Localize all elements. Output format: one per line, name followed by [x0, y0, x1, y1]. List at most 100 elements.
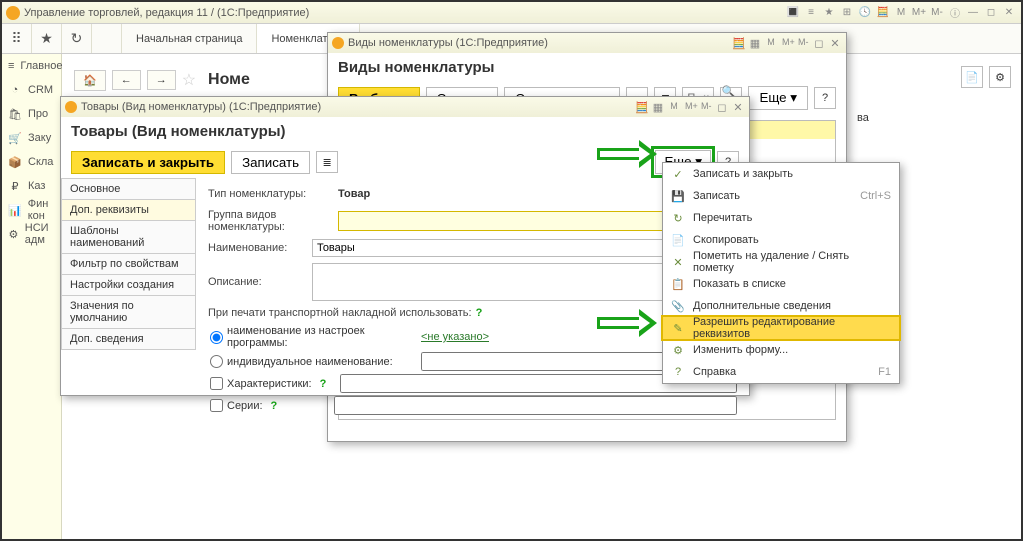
m-minus-button[interactable]: M-	[796, 37, 810, 50]
menu-item-icon: 💾	[671, 190, 685, 203]
arrow-indicator-2	[597, 309, 657, 337]
rs-btn2[interactable]: ⚙	[989, 66, 1011, 88]
apps-icon[interactable]: ⠿	[2, 24, 32, 53]
help-button[interactable]: ?	[814, 87, 836, 109]
help-icon[interactable]: ?	[476, 307, 483, 319]
menu-item-icon: 📎	[671, 300, 685, 313]
sys-icon[interactable]: 🕓	[857, 5, 873, 21]
dlg2-close[interactable]: ✕	[731, 101, 745, 114]
app-icon	[65, 101, 77, 113]
home-button[interactable]: 🏠	[74, 70, 106, 91]
check1-label: Характеристики:	[227, 378, 312, 390]
group-label: Группа видов номенклатуры:	[208, 209, 338, 233]
sidebar-skl[interactable]: 📦Скла	[2, 150, 61, 174]
dropdown-item[interactable]: ?СправкаF1	[663, 361, 899, 383]
menu-item-shortcut: F1	[878, 366, 891, 378]
check-characteristics[interactable]	[210, 377, 223, 390]
back-button[interactable]: ←	[112, 70, 141, 90]
sys-icon[interactable]: 🧮	[875, 5, 891, 21]
radio1-link[interactable]: <не указано>	[421, 331, 489, 343]
menu-templates[interactable]: Шаблоны наименований	[61, 221, 196, 254]
dlg1-sys[interactable]: ▦	[748, 37, 762, 50]
sidebar-kaz[interactable]: ₽Каз	[2, 174, 61, 198]
save-close-button[interactable]: Записать и закрыть	[71, 151, 225, 174]
series-input[interactable]	[334, 396, 737, 415]
sys-icon[interactable]: ⊞	[839, 5, 855, 21]
m-button[interactable]: M	[893, 5, 909, 21]
add-icon[interactable]	[92, 24, 122, 53]
radio1-label: наименование из настроек программы:	[227, 325, 417, 349]
dropdown-item[interactable]: ✓Записать и закрыть	[663, 163, 899, 185]
radio-individual[interactable]	[210, 355, 223, 368]
history-icon[interactable]: ↻	[62, 24, 92, 53]
dropdown-item[interactable]: ✕Пометить на удаление / Снять пометку	[663, 251, 899, 273]
arrow-indicator-1	[597, 140, 657, 168]
help-icon[interactable]: ?	[271, 400, 278, 412]
close-icon[interactable]: ✕	[1001, 5, 1017, 21]
tab-home[interactable]: Начальная страница	[122, 24, 257, 53]
radio-program[interactable]	[210, 331, 223, 344]
dlg2-sys[interactable]: 🧮	[635, 101, 649, 114]
rs-btn1[interactable]: 📄	[961, 66, 983, 88]
sys-icon[interactable]: ≡	[803, 5, 819, 21]
info-icon[interactable]: ⓘ	[947, 5, 963, 21]
m-minus-button[interactable]: M-	[929, 5, 945, 21]
name-label: Наименование:	[208, 242, 312, 254]
dlg2-sys[interactable]: ▦	[651, 101, 665, 114]
star-outline-icon[interactable]: ☆	[182, 70, 196, 90]
sidebar-pro[interactable]: 🛍Про	[2, 102, 61, 126]
menu-item-text: Дополнительные сведения	[693, 300, 883, 312]
sys-icon[interactable]: ★	[821, 5, 837, 21]
menu-item-icon: ✕	[671, 256, 685, 269]
m-plus-button[interactable]: M+	[683, 101, 697, 114]
menu-defaults[interactable]: Значения по умолчанию	[61, 296, 196, 329]
m-button[interactable]: M	[667, 101, 681, 114]
check-series[interactable]	[210, 399, 223, 412]
app-titlebar: Управление торговлей, редакция 11 / (1С:…	[2, 2, 1021, 24]
minimize-icon[interactable]: —	[965, 5, 981, 21]
dlg2-max[interactable]: ◻	[715, 101, 729, 114]
app-icon	[332, 37, 344, 49]
dropdown-item[interactable]: ✎Разрешить редактирование реквизитов	[663, 317, 899, 339]
dlg1-sys[interactable]: 🧮	[732, 37, 746, 50]
maximize-icon[interactable]: ◻	[983, 5, 999, 21]
dlg1-close[interactable]: ✕	[828, 37, 842, 50]
m-plus-button[interactable]: M+	[780, 37, 794, 50]
app-icon	[6, 6, 20, 20]
menu-item-text: Изменить форму...	[693, 344, 883, 356]
dropdown-item[interactable]: 📋Показать в списке	[663, 273, 899, 295]
dropdown-item[interactable]: ↻Перечитать	[663, 207, 899, 229]
dropdown-item[interactable]: 📎 Дополнительные сведения	[663, 295, 899, 317]
star-icon[interactable]: ★	[32, 24, 62, 53]
menu-create-settings[interactable]: Настройки создания	[61, 275, 196, 296]
dlg2-left-menu: Основное Доп. реквизиты Шаблоны наименов…	[61, 178, 196, 422]
menu-item-icon: ⚙	[671, 344, 685, 357]
dropdown-item[interactable]: ⚙ Изменить форму...	[663, 339, 899, 361]
menu-basic[interactable]: Основное	[61, 178, 196, 200]
titlebar-sysicons: 🔳 ≡ ★ ⊞ 🕓 🧮 M M+ M- ⓘ — ◻ ✕	[785, 5, 1017, 21]
fwd-button[interactable]: →	[147, 70, 176, 90]
menu-item-icon: 📄	[671, 234, 685, 247]
menu-extra[interactable]: Доп. сведения	[61, 329, 196, 350]
sys-icon[interactable]: 🔳	[785, 5, 801, 21]
sidebar-nsi[interactable]: ⚙НСИ адм	[2, 222, 61, 246]
menu-filter[interactable]: Фильтр по свойствам	[61, 254, 196, 275]
sidebar-zak[interactable]: 🛒Заку	[2, 126, 61, 150]
report-btn[interactable]: ≣	[316, 151, 338, 173]
save-button[interactable]: Записать	[231, 151, 310, 174]
menu-props[interactable]: Доп. реквизиты	[61, 200, 196, 221]
m-plus-button[interactable]: M+	[911, 5, 927, 21]
sidebar-crm[interactable]: ◔CRM	[2, 78, 61, 102]
dropdown-item[interactable]: 💾ЗаписатьCtrl+S	[663, 185, 899, 207]
dropdown-item[interactable]: 📄Скопировать	[663, 229, 899, 251]
menu-item-text: Перечитать	[693, 212, 883, 224]
dlg1-max[interactable]: ◻	[812, 37, 826, 50]
m-minus-button[interactable]: M-	[699, 101, 713, 114]
menu-item-text: Справка	[693, 366, 870, 378]
m-button[interactable]: M	[764, 37, 778, 50]
help-icon[interactable]: ?	[320, 378, 327, 390]
sidebar-main[interactable]: ≡Главное	[2, 54, 61, 78]
sidebar-fin[interactable]: 📊Фин кон	[2, 198, 61, 222]
more-button[interactable]: Еще ▾	[748, 86, 808, 110]
menu-item-icon: 📋	[671, 278, 685, 291]
